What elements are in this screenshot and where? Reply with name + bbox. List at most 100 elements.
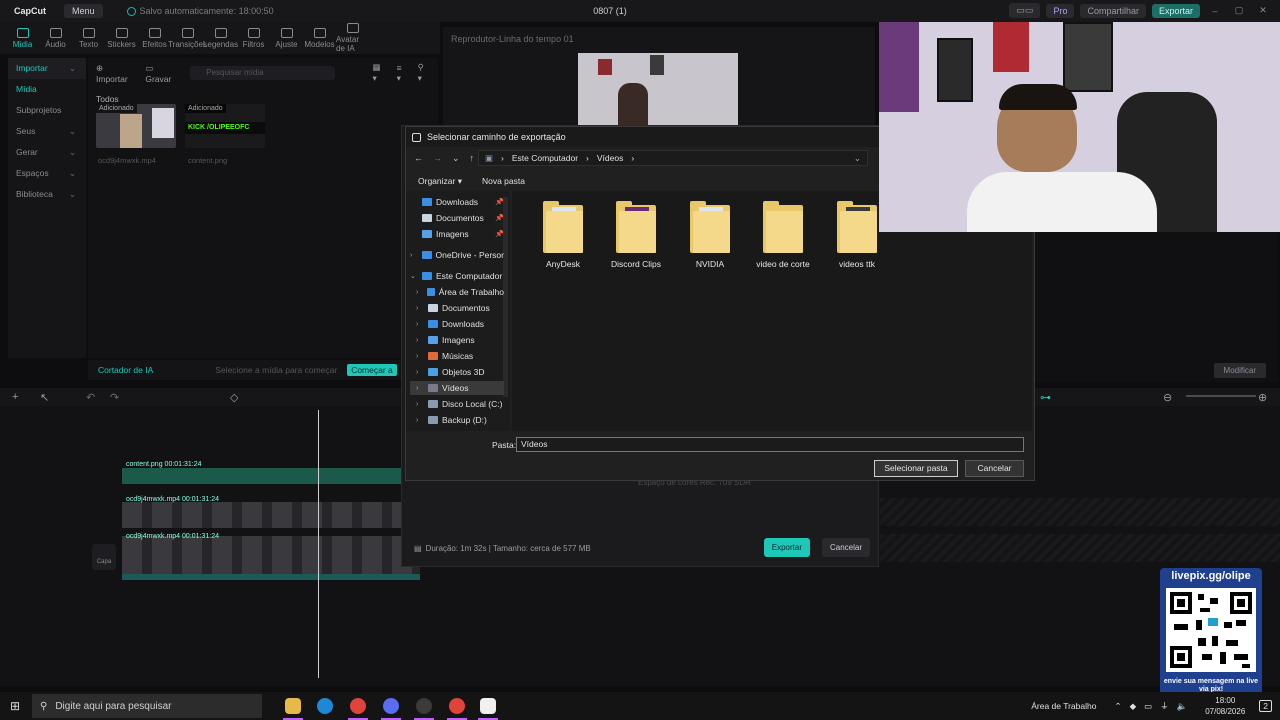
import-button[interactable]: ⊕ Importar <box>96 63 135 84</box>
record-button[interactable]: ▭ Gravar <box>145 63 180 84</box>
share-button[interactable]: Compartilhar <box>1080 3 1146 18</box>
chevron-right-icon[interactable]: › <box>416 337 424 344</box>
timeline-clip[interactable] <box>122 502 402 528</box>
chevron-right-icon[interactable]: › <box>416 289 423 296</box>
export-cancel-button[interactable]: Cancelar <box>821 538 870 557</box>
export-button[interactable]: Exportar <box>1151 3 1200 18</box>
file-explorer-icon[interactable] <box>283 698 303 720</box>
volume-icon[interactable]: 🔈 <box>1177 701 1188 712</box>
taskbar-search[interactable]: ⚲ Digite aqui para pesquisar <box>32 694 262 718</box>
nav-item[interactable]: › Músicas <box>410 349 504 363</box>
organize-menu[interactable]: Organizar ▾ <box>418 176 462 187</box>
playhead[interactable] <box>318 410 319 678</box>
timeline-clip[interactable] <box>122 536 420 580</box>
nav-item[interactable]: › Imagens <box>410 333 504 347</box>
recent-dropdown-icon[interactable]: ⌄ <box>452 153 460 164</box>
zoom-slider[interactable] <box>1186 395 1256 397</box>
taskbar-clock[interactable]: 18:00 07/08/2026 <box>1195 695 1255 717</box>
folder-item[interactable]: Discord Clips <box>603 201 669 269</box>
edge-browser-icon[interactable] <box>317 698 333 714</box>
chevron-down-icon[interactable]: ⌄ <box>410 272 418 280</box>
folder-field-input[interactable]: Vídeos <box>516 437 1024 452</box>
zoom-in-icon[interactable]: ⊕ <box>1258 391 1267 404</box>
link-icon[interactable]: ⊶ <box>1040 391 1051 404</box>
network-icon[interactable]: ▭ <box>1144 701 1152 712</box>
toolbar-tab[interactable]: Avatar de IA <box>336 22 369 54</box>
up-icon[interactable]: ↑ <box>470 153 475 163</box>
export-confirm-button[interactable]: Exportar <box>763 538 810 557</box>
sort-icon[interactable]: ≡ ▾ <box>397 63 408 84</box>
chevron-right-icon[interactable]: › <box>416 385 424 392</box>
ai-start-button[interactable]: Começar a <box>347 364 397 376</box>
chevron-right-icon[interactable]: › <box>416 401 424 408</box>
nav-item[interactable]: Documentos 📌 <box>410 211 504 225</box>
minimize-icon[interactable]: – <box>1206 6 1224 16</box>
toolbar-tab[interactable]: Transições <box>168 22 207 54</box>
ai-cutter-label[interactable]: Cortador de IA <box>98 365 153 375</box>
back-icon[interactable]: ← <box>414 153 423 163</box>
redo-icon[interactable]: ↷ <box>110 391 119 404</box>
sidebar-item[interactable]: Espaços ⌄ <box>8 163 86 184</box>
timeline-clip[interactable] <box>122 468 402 484</box>
chevron-right-icon[interactable]: › <box>410 252 418 259</box>
breadcrumb-item[interactable]: Vídeos <box>597 153 623 163</box>
toolbar-tab[interactable]: Efeitos <box>138 22 171 54</box>
zoom-out-icon[interactable]: ⊖ <box>1163 391 1172 404</box>
nav-item[interactable]: › Vídeos <box>410 381 504 395</box>
folder-item[interactable]: NVIDIA <box>677 201 743 269</box>
shield-icon[interactable]: ◇ <box>230 391 238 404</box>
capcut-icon[interactable] <box>478 698 498 720</box>
select-tool-icon[interactable]: ↖ <box>40 391 49 404</box>
select-folder-button[interactable]: Selecionar pasta <box>874 460 958 477</box>
add-icon[interactable]: + <box>12 391 18 403</box>
breadcrumb-item[interactable]: Este Computador <box>512 153 578 163</box>
toolbar-tab[interactable]: Legendas <box>203 22 238 54</box>
chevron-right-icon[interactable]: › <box>416 353 424 360</box>
toolbar-tab[interactable]: Texto <box>72 22 105 54</box>
maximize-icon[interactable]: ▢ <box>1230 5 1248 16</box>
chevron-down-icon[interactable]: ⌄ <box>854 153 861 164</box>
layout-icon[interactable]: ▭▭ <box>1009 3 1041 18</box>
toolbar-tab[interactable]: Mídia <box>6 22 39 54</box>
picker-cancel-button[interactable]: Cancelar <box>965 460 1024 477</box>
undo-icon[interactable]: ↶ <box>86 391 95 404</box>
desktop-label[interactable]: Área de Trabalho <box>1031 701 1096 711</box>
nav-item[interactable]: › Documentos <box>410 301 504 315</box>
close-icon[interactable]: ✕ <box>1254 5 1272 16</box>
chevron-up-icon[interactable]: ⌃ <box>1114 701 1121 712</box>
nav-item[interactable]: Imagens 📌 <box>410 227 504 241</box>
toolbar-tab[interactable]: Ajuste <box>270 22 303 54</box>
sidebar-item[interactable]: Biblioteca ⌄ <box>8 184 86 205</box>
forward-icon[interactable]: → <box>433 153 442 163</box>
chevron-right-icon[interactable]: › <box>416 369 424 376</box>
nav-item[interactable]: › Área de Trabalho <box>410 285 504 299</box>
sidebar-item[interactable]: Seus ⌄ <box>8 121 86 142</box>
toolbar-tab[interactable]: Stickers <box>105 22 138 54</box>
nav-item[interactable]: › OneDrive - Persor <box>410 248 504 262</box>
grid-view-icon[interactable]: ▦ ▾ <box>373 62 387 84</box>
sidebar-item[interactable]: Importar ⌄ <box>8 58 86 79</box>
new-folder-button[interactable]: Nova pasta <box>482 176 525 186</box>
menu-button[interactable]: Menu <box>64 4 103 18</box>
windows-start-icon[interactable]: ⊞ <box>10 699 20 713</box>
obs-studio-icon[interactable] <box>381 698 401 720</box>
modify-button[interactable]: Modificar <box>1213 363 1266 378</box>
sidebar-item[interactable]: Mídia <box>8 79 86 100</box>
nav-item[interactable]: › Disco Local (C:) <box>410 397 504 411</box>
chrome-icon[interactable] <box>348 698 368 720</box>
chevron-right-icon[interactable]: › <box>416 417 424 424</box>
media-search-input[interactable]: Pesquisar mídia <box>190 66 335 80</box>
toolbar-tab[interactable]: Filtros <box>237 22 270 54</box>
filter-icon[interactable]: ⚲ ▾ <box>418 62 430 84</box>
nav-item[interactable]: › Objetos 3D <box>410 365 504 379</box>
clock-app-icon[interactable] <box>414 698 434 720</box>
chrome-profile-icon[interactable] <box>447 698 467 720</box>
nav-item[interactable]: › Backup (D:) <box>410 413 504 427</box>
usb-icon[interactable]: ⏚ <box>1160 700 1169 712</box>
sidebar-item[interactable]: Gerar ⌄ <box>8 142 86 163</box>
breadcrumb[interactable]: ▣ › Este Computador › Vídeos › ⌄ <box>478 150 868 166</box>
notification-badge[interactable]: 2 <box>1259 700 1272 712</box>
cover-button[interactable]: Capa <box>92 544 116 570</box>
chevron-right-icon[interactable]: › <box>416 305 424 312</box>
toolbar-tab[interactable]: Áudio <box>39 22 72 54</box>
